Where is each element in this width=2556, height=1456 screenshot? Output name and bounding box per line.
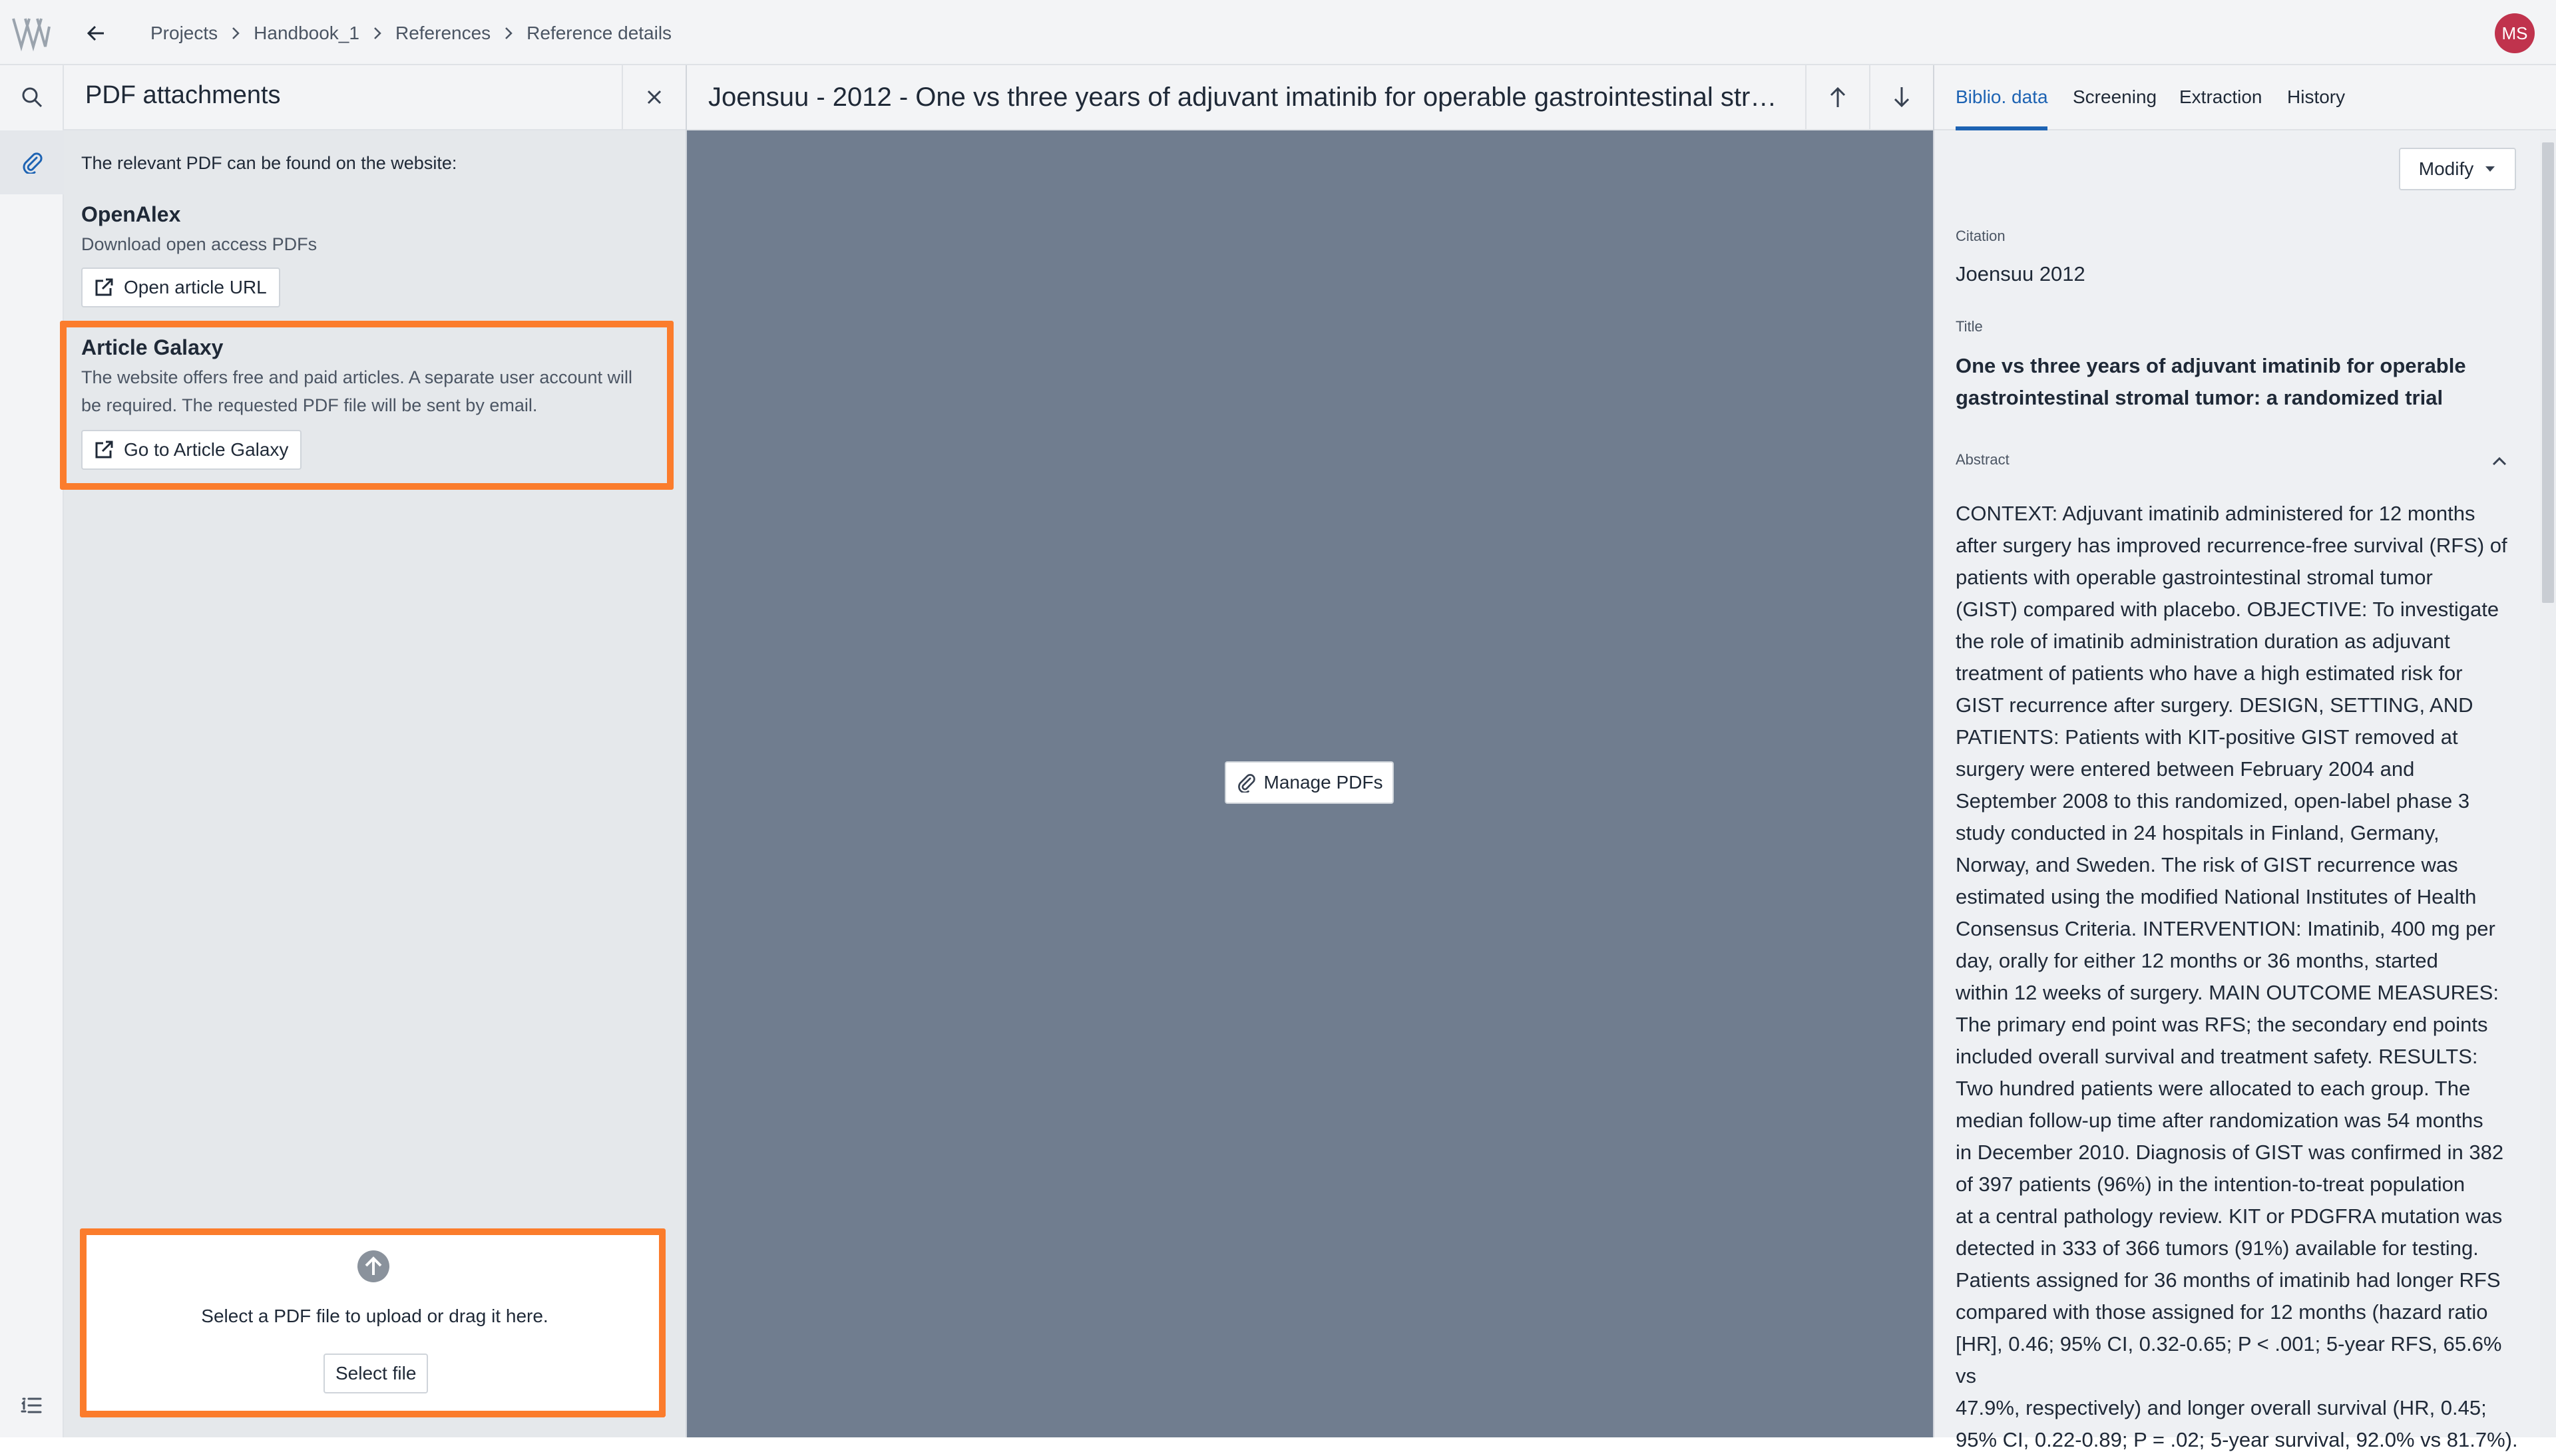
- abstract-line: day, orally for either 12 months or 36 m…: [1956, 949, 2438, 972]
- source-desc-article-galaxy-line2: be required. The requested PDF file will…: [81, 395, 538, 415]
- tab-extraction[interactable]: Extraction: [2179, 87, 2262, 108]
- abstract-line: September 2008 to this randomized, open-…: [1956, 789, 2470, 813]
- back-arrow-icon[interactable]: [79, 16, 113, 51]
- upload-arrow-icon: [357, 1250, 390, 1283]
- title-value: One vs three years of adjuvant imatinib …: [1956, 350, 2515, 414]
- top-bar: Projects Handbook_1 References Reference…: [0, 0, 2556, 65]
- abstract-line: Two hundred patients were allocated to e…: [1956, 1077, 2471, 1100]
- abstract-line: of 397 patients (96%) in the intention-t…: [1956, 1173, 2465, 1196]
- abstract-line: within 12 weeks of surgery. MAIN OUTCOME…: [1956, 981, 2499, 1004]
- select-file-label: Select file: [335, 1363, 417, 1383]
- abstract-line: [HR], 0.46; 95% CI, 0.32-0.65; P < .001;…: [1956, 1332, 2502, 1387]
- previous-reference-arrow-up-icon[interactable]: [1807, 65, 1869, 129]
- abstract-line: Norway, and Sweden. The risk of GIST rec…: [1956, 853, 2458, 876]
- breadcrumb-projects[interactable]: Projects: [150, 23, 218, 44]
- caret-down-icon: [2485, 166, 2495, 172]
- abstract-line: in December 2010. Diagnosis of GIST was …: [1956, 1141, 2504, 1164]
- tab-biblio-data[interactable]: Biblio. data: [1956, 87, 2048, 108]
- breadcrumb-reference-details: Reference details: [527, 23, 672, 43]
- next-reference-arrow-down-icon[interactable]: [1870, 65, 1933, 129]
- source-name-article-galaxy: Article Galaxy: [81, 335, 224, 359]
- tab-screening[interactable]: Screening: [2073, 87, 2157, 108]
- go-to-article-galaxy-button[interactable]: Go to Article Galaxy: [81, 430, 302, 470]
- abstract-line: included overall survival and treatment …: [1956, 1045, 2478, 1068]
- citation-label: Citation: [1956, 228, 2006, 244]
- manage-pdfs-label: Manage PDFs: [1263, 772, 1383, 793]
- abstract-line: the role of imatinib administration dura…: [1956, 630, 2450, 653]
- pdf-attachments-panel: PDF attachments The relevant PDF can be …: [60, 65, 687, 1437]
- modify-label: Modify: [2418, 158, 2474, 179]
- manage-pdfs-button[interactable]: Manage PDFs: [1225, 761, 1394, 804]
- details-tabs: Biblio. data Screening Extraction Histor…: [1934, 65, 2556, 130]
- external-link-icon: [95, 441, 113, 458]
- abstract-line: patients with operable gastrointestinal …: [1956, 566, 2433, 589]
- scrollbar-thumb[interactable]: [2542, 142, 2554, 603]
- open-article-url-button[interactable]: Open article URL: [81, 268, 280, 307]
- abstract-line: (GIST) compared with placebo. OBJECTIVE:…: [1956, 598, 2499, 621]
- abstract-line: CONTEXT: Adjuvant imatinib administered …: [1956, 502, 2475, 525]
- go-to-article-galaxy-label: Go to Article Galaxy: [124, 439, 289, 460]
- source-desc-openalex: Download open access PDFs: [81, 234, 318, 254]
- abstract-line: Consensus Criteria. INTERVENTION: Imatin…: [1956, 917, 2495, 940]
- abstract-line: compared with those assigned for 12 mont…: [1956, 1300, 2488, 1324]
- reference-details-panel: Biblio. data Screening Extraction Histor…: [1933, 65, 2556, 1451]
- citation-value: Joensuu 2012: [1956, 262, 2085, 285]
- abstract-line: median follow-up time after randomizatio…: [1956, 1109, 2483, 1132]
- pdf-viewer: Manage PDFs: [687, 130, 1933, 1437]
- tab-history[interactable]: History: [2287, 87, 2345, 108]
- abstract-line: after surgery has improved recurrence-fr…: [1956, 534, 2507, 557]
- abstract-line: detected in 333 of 366 tumors (91%) avai…: [1956, 1236, 2479, 1260]
- title-label: Title: [1956, 318, 1983, 335]
- app-logo[interactable]: [11, 13, 52, 52]
- icon-rail: [0, 65, 64, 1437]
- document-title: Joensuu - 2012 - One vs three years of a…: [708, 83, 1787, 112]
- pdf-panel-title: PDF attachments: [85, 81, 281, 109]
- abstract-line: Patients assigned for 36 months of imati…: [1956, 1268, 2501, 1292]
- chevron-right-icon: [504, 26, 513, 41]
- source-desc-article-galaxy-line1: The website offers free and paid article…: [81, 367, 632, 387]
- select-file-button[interactable]: Select file: [323, 1354, 429, 1393]
- breadcrumb-handbook[interactable]: Handbook_1: [254, 23, 359, 44]
- chevron-right-icon: [231, 26, 240, 41]
- abstract-line: PATIENTS: Patients with KIT-positive GIS…: [1956, 725, 2458, 749]
- source-name-openalex: OpenAlex: [81, 202, 181, 226]
- pdf-panel-header: PDF attachments: [64, 65, 686, 130]
- paperclip-icon[interactable]: [0, 130, 64, 194]
- upload-instructions: Select a PDF file to upload or drag it h…: [201, 1306, 548, 1326]
- pdf-intro-text: The relevant PDF can be found on the web…: [81, 153, 457, 173]
- abstract-line: The primary end point was RFS; the secon…: [1956, 1013, 2488, 1036]
- abstract-line: 47.9%, respectively) and longer overall …: [1956, 1396, 2487, 1419]
- chevron-up-icon[interactable]: [2489, 451, 2509, 471]
- open-article-url-label: Open article URL: [124, 277, 267, 297]
- breadcrumb: Projects Handbook_1 References Reference…: [150, 19, 672, 48]
- avatar[interactable]: MS: [2495, 13, 2535, 53]
- external-link-icon: [95, 278, 113, 296]
- active-tab-indicator: [1956, 126, 2047, 130]
- chevron-right-icon: [373, 26, 382, 41]
- abstract-line: at a central pathology review. KIT or PD…: [1956, 1204, 2503, 1228]
- paperclip-icon: [1237, 774, 1255, 793]
- abstract-line: study conducted in 24 hospitals in Finla…: [1956, 821, 2440, 844]
- breadcrumb-references[interactable]: References: [395, 23, 491, 44]
- search-icon[interactable]: [0, 65, 64, 129]
- abstract-line: treatment of patients who have a high es…: [1956, 661, 2463, 685]
- title-line: gastrointestinal stromal tumor: a random…: [1956, 386, 2444, 409]
- abstract-line: estimated using the modified National In…: [1956, 885, 2477, 908]
- abstract-line: surgery were entered between February 20…: [1956, 757, 2415, 781]
- abstract-line: 95% CI, 0.22-0.89; P = .02; 5-year survi…: [1956, 1428, 2518, 1451]
- abstract-label: Abstract: [1956, 451, 2010, 468]
- viewer-header: Joensuu - 2012 - One vs three years of a…: [687, 65, 1933, 130]
- title-line: One vs three years of adjuvant imatinib …: [1956, 354, 2466, 377]
- list-icon[interactable]: [0, 1373, 64, 1437]
- close-icon[interactable]: [623, 65, 686, 129]
- abstract-text: CONTEXT: Adjuvant imatinib administered …: [1956, 498, 2520, 1456]
- modify-dropdown-button[interactable]: Modify: [2399, 148, 2516, 190]
- abstract-line: GIST recurrence after surgery. DESIGN, S…: [1956, 693, 2473, 717]
